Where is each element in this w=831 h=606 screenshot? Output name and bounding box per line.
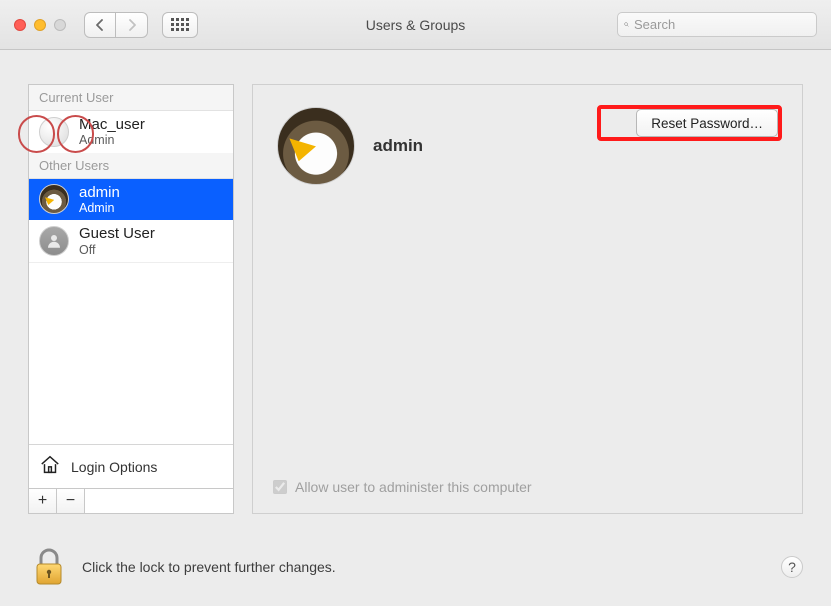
user-role-label: Off: [79, 243, 155, 257]
user-item-mac-user[interactable]: Mac_user Admin: [29, 111, 233, 153]
close-icon[interactable]: [14, 19, 26, 31]
back-button[interactable]: [84, 12, 116, 38]
lock-text: Click the lock to prevent further change…: [82, 559, 336, 575]
detail-avatar-icon[interactable]: [277, 107, 355, 185]
lock-icon[interactable]: [28, 546, 70, 588]
user-name-label: Guest User: [79, 225, 155, 242]
search-icon: [624, 18, 629, 31]
window-controls: [14, 19, 66, 31]
add-user-button[interactable]: +: [29, 489, 57, 513]
user-item-admin[interactable]: admin Admin: [29, 179, 233, 221]
user-name-label: admin: [79, 184, 120, 201]
chevron-left-icon: [95, 19, 105, 31]
section-header-other-users: Other Users: [29, 153, 233, 179]
avatar-eagle-icon: [39, 184, 69, 214]
chevron-right-icon: [127, 19, 137, 31]
show-all-button[interactable]: [162, 12, 198, 38]
section-header-current-user: Current User: [29, 85, 233, 111]
user-role-label: Admin: [79, 201, 120, 215]
zoom-icon[interactable]: [54, 19, 66, 31]
user-item-guest[interactable]: Guest User Off: [29, 220, 233, 262]
allow-admin-checkbox[interactable]: Allow user to administer this computer: [273, 479, 532, 495]
avatar-baseball-icon: [39, 117, 69, 147]
house-icon: [39, 454, 61, 479]
remove-user-button[interactable]: −: [57, 489, 85, 513]
search-field[interactable]: [617, 12, 817, 37]
avatar-guest-icon: [39, 226, 69, 256]
allow-admin-checkbox-input[interactable]: [273, 480, 287, 494]
users-sidebar: Current User Mac_user Admin Other Users …: [28, 84, 234, 514]
login-options-label: Login Options: [71, 459, 157, 475]
minimize-icon[interactable]: [34, 19, 46, 31]
grid-icon: [171, 18, 189, 31]
forward-button[interactable]: [116, 12, 148, 38]
search-input[interactable]: [634, 17, 810, 32]
allow-admin-label: Allow user to administer this computer: [295, 479, 532, 495]
login-options-item[interactable]: Login Options: [29, 444, 233, 488]
user-detail-panel: admin Reset Password… Allow user to admi…: [252, 84, 803, 514]
detail-user-name: admin: [373, 136, 423, 156]
help-button[interactable]: ?: [781, 556, 803, 578]
reset-password-button[interactable]: Reset Password…: [636, 109, 778, 137]
